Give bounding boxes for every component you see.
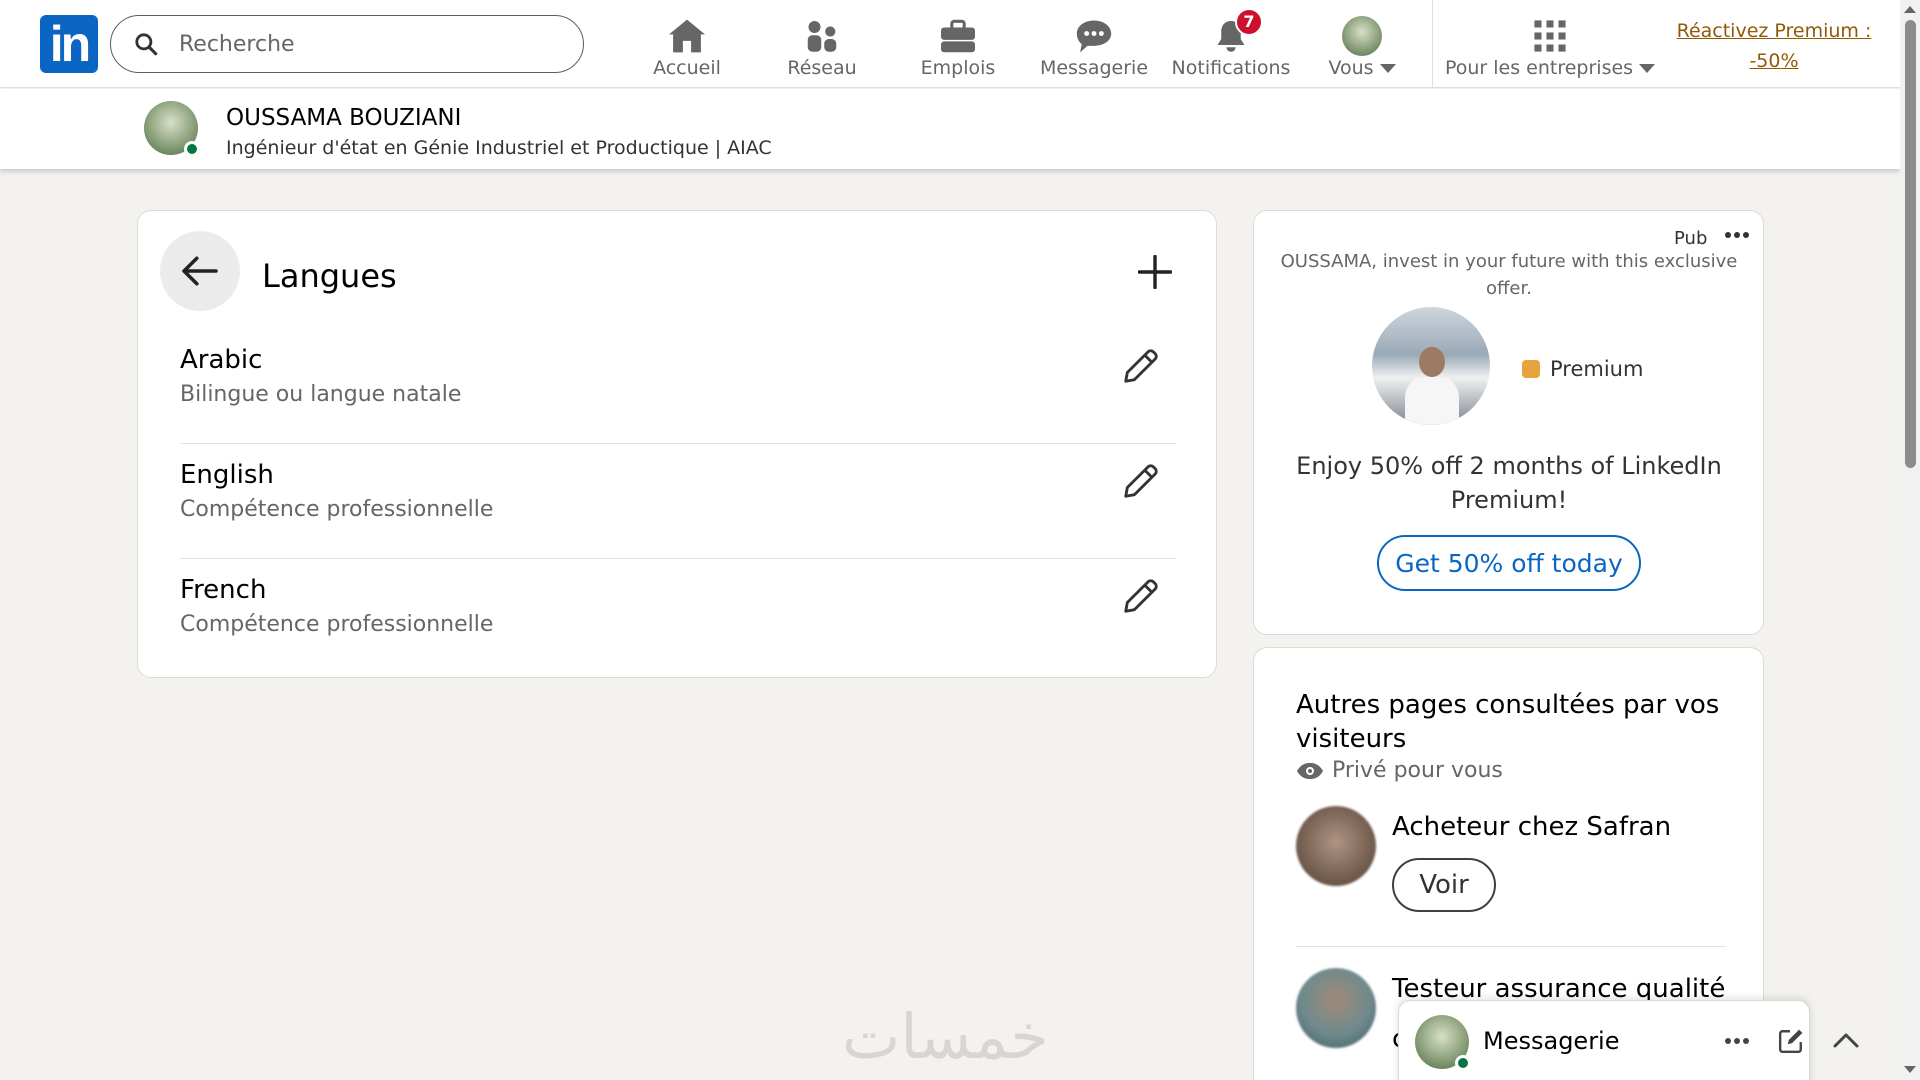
scroll-up-arrow-icon[interactable] <box>1904 6 1916 13</box>
pencil-icon <box>1124 579 1158 613</box>
add-language-button[interactable] <box>1130 247 1180 297</box>
nav-messaging-label: Messagerie <box>1039 57 1149 79</box>
compose-message-button[interactable] <box>1771 1021 1811 1061</box>
pencil-icon <box>1124 349 1158 383</box>
nav-me[interactable]: Vous <box>1320 8 1404 80</box>
profile-avatar[interactable] <box>144 101 200 157</box>
view-button[interactable]: Voir <box>1392 858 1496 912</box>
top-navigation: in Accueil Réseau Emplois Messagerie 7 N… <box>0 0 1900 88</box>
nav-notifications-label: Notifications <box>1171 57 1291 79</box>
pencil-icon <box>1124 464 1158 498</box>
arrow-left-icon <box>182 256 218 286</box>
messaging-label[interactable]: Messagerie <box>1483 1027 1620 1055</box>
get-offer-button[interactable]: Get 50% off today <box>1377 535 1641 591</box>
nav-notifications[interactable]: 7 Notifications <box>1170 8 1292 80</box>
more-horizontal-icon <box>1725 1038 1749 1044</box>
chevron-down-icon <box>1379 64 1396 73</box>
profile-headline: Ingénieur d'état en Génie Industriel et … <box>226 137 772 159</box>
language-name: English <box>180 460 274 490</box>
ad-more-button[interactable] <box>1724 225 1750 244</box>
nav-business[interactable]: Pour les entreprises <box>1445 8 1656 80</box>
collapse-messaging-button[interactable] <box>1826 1020 1866 1060</box>
language-level: Bilingue ou langue natale <box>180 382 462 407</box>
messaging-icon <box>1076 20 1112 53</box>
messaging-avatar <box>1415 1015 1471 1071</box>
other-pages-title: Autres pages consultées par vos visiteur… <box>1296 690 1720 754</box>
list-item: Acheteur chez Safran Voir <box>1296 806 1726 926</box>
nav-messaging[interactable]: Messagerie <box>1040 8 1148 80</box>
languages-card: Langues Arabic Bilingue ou langue natale… <box>137 210 1217 678</box>
online-status-icon <box>1455 1055 1471 1071</box>
back-button[interactable] <box>160 231 240 311</box>
ad-photo <box>1372 307 1490 425</box>
search-bar[interactable] <box>110 15 584 73</box>
ad-offer: Enjoy 50% off 2 months of LinkedIn Premi… <box>1296 452 1722 514</box>
ad-text: OUSSAMA, invest in your future with this… <box>1280 251 1738 299</box>
compose-icon <box>1778 1029 1803 1054</box>
profile-name[interactable]: OUSSAMA BOUZIANI <box>226 105 461 131</box>
language-name: Arabic <box>180 345 263 375</box>
search-input[interactable] <box>179 31 559 57</box>
messaging-more-button[interactable] <box>1717 1021 1757 1061</box>
linkedin-logo-icon[interactable]: in <box>40 15 98 73</box>
language-level: Compétence professionnelle <box>180 497 494 522</box>
person-avatar[interactable] <box>1296 968 1376 1048</box>
nav-network-label: Réseau <box>787 57 857 79</box>
person-avatar[interactable] <box>1296 806 1376 886</box>
nav-home-label: Accueil <box>653 57 721 79</box>
eye-icon <box>1297 762 1323 779</box>
nav-divider <box>1432 0 1433 88</box>
nav-me-label: Vous <box>1328 57 1374 79</box>
row-divider <box>1296 946 1726 947</box>
messaging-dock[interactable]: Messagerie <box>1398 1000 1810 1080</box>
languages-title: Langues <box>262 257 397 295</box>
more-horizontal-icon <box>1725 232 1749 238</box>
search-icon <box>135 33 158 56</box>
briefcase-icon <box>941 19 975 53</box>
language-level: Compétence professionnelle <box>180 612 494 637</box>
nav-network[interactable]: Réseau <box>784 8 860 80</box>
avatar <box>1342 16 1382 56</box>
privacy-note: Privé pour vous <box>1296 758 1503 783</box>
language-row: French Compétence professionnelle <box>180 559 1176 674</box>
language-name: French <box>180 575 267 605</box>
edit-language-button[interactable] <box>1116 458 1164 506</box>
home-icon <box>669 19 705 53</box>
profile-sticky-header: OUSSAMA BOUZIANI Ingénieur d'état en Gén… <box>0 89 1900 169</box>
scrollbar-thumb[interactable] <box>1905 20 1916 468</box>
language-row: Arabic Bilingue ou langue natale <box>180 329 1176 444</box>
reactivate-premium-link[interactable]: Réactivez Premium : -50% <box>1664 16 1884 76</box>
nav-jobs-label: Emplois <box>920 57 996 79</box>
ad-tag: Pub <box>1674 228 1708 249</box>
person-title[interactable]: Acheteur chez Safran <box>1392 812 1671 842</box>
chevron-down-icon <box>1639 64 1656 73</box>
notifications-badge: 7 <box>1235 8 1263 36</box>
nav-jobs[interactable]: Emplois <box>920 8 996 80</box>
ad-card: Pub OUSSAMA, invest in your future with … <box>1253 210 1764 635</box>
grid-icon <box>1534 20 1566 52</box>
online-status-icon <box>184 141 200 157</box>
plus-icon <box>1138 255 1172 289</box>
language-row: English Compétence professionnelle <box>180 444 1176 559</box>
scroll-down-arrow-icon[interactable] <box>1904 1066 1916 1073</box>
people-icon <box>807 21 837 52</box>
premium-label: Premium <box>1522 357 1643 381</box>
watermark: خمسات <box>842 1000 1049 1073</box>
nav-home[interactable]: Accueil <box>650 8 724 80</box>
chevron-up-icon <box>1833 1033 1859 1048</box>
nav-business-label: Pour les entreprises <box>1444 57 1634 79</box>
edit-language-button[interactable] <box>1116 573 1164 621</box>
premium-text: Premium <box>1550 357 1644 381</box>
premium-chip-icon <box>1522 360 1540 378</box>
edit-language-button[interactable] <box>1116 343 1164 391</box>
privacy-note-text: Privé pour vous <box>1332 758 1503 783</box>
